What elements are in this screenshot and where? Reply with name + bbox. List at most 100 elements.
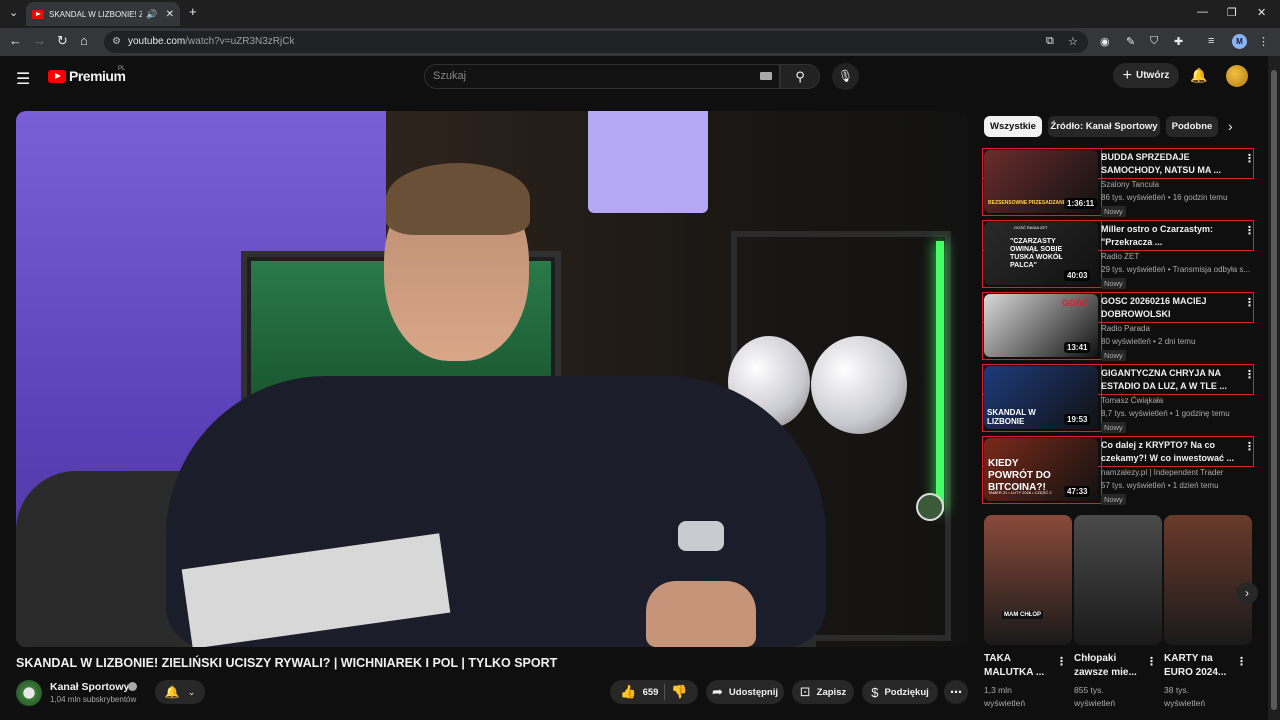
- video-title: SKANDAL W LIZBONIE! ZIELIŃSKI UCISZY RYW…: [16, 656, 558, 670]
- browser-tab[interactable]: SKANDAL W LIZBONIE! ZIE 🔊 ✕: [26, 2, 180, 26]
- recommended-title[interactable]: Miller ostro o Czarzastym: "Przekracza .…: [1101, 223, 1235, 249]
- bookmark-star-icon[interactable]: ☆: [1068, 35, 1078, 48]
- recommended-item[interactable]: GOŚĆ RADIA ZET "CZARZASTY OWINĄŁ SOBIE TU…: [982, 220, 1255, 289]
- scrollbar-thumb[interactable]: [1271, 70, 1277, 710]
- like-count: 659: [642, 686, 659, 698]
- recommended-title[interactable]: Co dalej z KRYPTO? Na co czekamy?! W co …: [1101, 439, 1235, 465]
- media-controls-icon[interactable]: ≡: [1208, 35, 1214, 47]
- page-scrollbar[interactable]: [1268, 56, 1280, 720]
- like-icon[interactable]: 👍: [620, 684, 636, 700]
- menu-icon[interactable]: ☰: [16, 69, 30, 89]
- short-title[interactable]: TAKA MALUTKA ...: [984, 652, 1054, 680]
- kebab-menu-icon[interactable]: ⋮: [1146, 655, 1157, 668]
- speaker-icon[interactable]: 🔊: [146, 9, 157, 20]
- recommended-title[interactable]: GIGANTYCZNA CHRYJA NA ESTADIO DA LUZ, A …: [1101, 367, 1235, 393]
- chip-source-channel[interactable]: Źródło: Kanał Sportowy: [1048, 116, 1160, 137]
- recommended-meta: 80 wyświetleń • 2 dni temu: [1101, 337, 1196, 346]
- site-info-icon[interactable]: ⚙: [112, 36, 121, 47]
- keyboard-icon[interactable]: [760, 72, 772, 80]
- subscription-bell-button[interactable]: 🔔 ⌄: [155, 680, 205, 704]
- kebab-menu-icon[interactable]: ⋮: [1244, 296, 1255, 309]
- channel-name[interactable]: Kanał Sportowy: [50, 681, 129, 693]
- like-dislike-group[interactable]: 👍 659 👎: [610, 680, 698, 704]
- kebab-menu-icon[interactable]: ⋮: [1244, 152, 1255, 165]
- thanks-button[interactable]: $ Podziękuj: [862, 680, 938, 704]
- presenter-hair: [386, 163, 530, 235]
- kebab-menu-icon[interactable]: ⋮: [1244, 224, 1255, 237]
- youtube-premium-logo[interactable]: Premium: [48, 68, 126, 84]
- puzzle-extensions-icon[interactable]: ✚: [1174, 35, 1183, 48]
- channel-watermark[interactable]: [916, 493, 944, 521]
- video-scene-watch: [678, 521, 724, 551]
- short-views: 1,3 mln: [984, 685, 1012, 695]
- thumbnail-text: TAMER 21 • LUTY 2026 • CZĘŚĆ 2: [988, 490, 1052, 495]
- vpn-shield-icon[interactable]: ⛉: [1150, 35, 1158, 48]
- browser-profile-avatar[interactable]: M: [1232, 34, 1247, 49]
- close-window-icon[interactable]: ✕: [1257, 6, 1266, 19]
- like-divider: [664, 684, 666, 700]
- kebab-menu-icon[interactable]: ⋮: [1244, 440, 1255, 453]
- short-thumbnail[interactable]: [1164, 515, 1252, 645]
- close-tab-icon[interactable]: ✕: [166, 9, 174, 20]
- save-label: Zapisz: [816, 686, 847, 698]
- recommended-channel[interactable]: Szalony Tancula: [1101, 180, 1159, 189]
- channel-avatar[interactable]: [16, 680, 42, 706]
- address-bar[interactable]: ⚙ youtube.com/watch?v=uZR3N3zRjCk ⧉ ☆: [104, 31, 1088, 53]
- short-thumbnail[interactable]: [1074, 515, 1162, 645]
- recommended-item[interactable]: BEZSENSOWNE PRZESADZANIE 1:36:11 BUDDA SPR…: [982, 148, 1255, 217]
- kebab-menu-icon[interactable]: ⋮: [1236, 655, 1247, 668]
- voice-search-button[interactable]: 🎙: [832, 63, 859, 90]
- install-app-icon[interactable]: ⧉: [1046, 35, 1054, 48]
- browser-tab-strip: ⌄ SKANDAL W LIZBONIE! ZIE 🔊 ✕ + — ❐ ✕: [0, 0, 1280, 28]
- url-text[interactable]: youtube.com/watch?v=uZR3N3zRjCk: [128, 36, 294, 47]
- more-actions-button[interactable]: ⋯: [944, 680, 968, 704]
- chip-similar[interactable]: Podobne: [1166, 116, 1218, 137]
- share-button[interactable]: ➦ Udostępnij: [706, 680, 784, 704]
- kebab-menu-icon[interactable]: ⋮: [1244, 368, 1255, 381]
- short-thumbnail[interactable]: MAM CHŁOP: [984, 515, 1072, 645]
- chevron-right-icon[interactable]: ›: [1228, 118, 1233, 134]
- recommended-channel[interactable]: Tomasz Ćwiąkała: [1101, 396, 1163, 405]
- short-title[interactable]: KARTY na EURO 2024...: [1164, 652, 1234, 680]
- reload-icon[interactable]: ↻: [57, 33, 68, 49]
- short-views-label: wyświetleń: [1074, 698, 1116, 708]
- search-button[interactable]: ⚲: [780, 64, 820, 89]
- recommended-item[interactable]: GOŚĆ 13:41 GOSC 20260216 MACIEJ DOBROWOLSK…: [982, 292, 1255, 361]
- new-tab-button[interactable]: +: [189, 4, 197, 19]
- minimize-icon[interactable]: —: [1197, 6, 1208, 18]
- back-icon[interactable]: ←: [9, 33, 22, 48]
- recommended-title[interactable]: BUDDA SPRZEDAJE SAMOCHODY, NATSU MA ...: [1101, 151, 1235, 177]
- verified-icon: [128, 682, 137, 691]
- eyedropper-icon[interactable]: ✎: [1126, 35, 1135, 48]
- recommended-title[interactable]: GOSC 20260216 MACIEJ DOBROWOLSKI: [1101, 295, 1235, 321]
- notifications-bell-icon[interactable]: 🔔: [1190, 67, 1207, 84]
- extension-icon[interactable]: ◉: [1100, 35, 1110, 48]
- recommended-item[interactable]: KIEDY POWRÓT DO BITCOINA?! TAMER 21 • LUT…: [982, 436, 1255, 505]
- recommended-channel[interactable]: Radio ZET: [1101, 252, 1139, 261]
- recommended-meta: 86 tys. wyświetleń • 16 godzin temu: [1101, 193, 1228, 202]
- recommended-meta: 29 tys. wyświetleń • Transmisja odbyła s…: [1101, 265, 1251, 274]
- short-title[interactable]: Chłopaki zawsze mie...: [1074, 652, 1144, 680]
- home-icon[interactable]: ⌂: [80, 33, 88, 48]
- recommended-item[interactable]: SKANDAL W LIZBONIE 19:53 GIGANTYCZNA CHRYJ…: [982, 364, 1255, 433]
- maximize-icon[interactable]: ❐: [1227, 6, 1237, 19]
- search-input[interactable]: [424, 64, 780, 89]
- short-views-label: wyświetleń: [984, 698, 1026, 708]
- recommended-channel[interactable]: Radio Parada: [1101, 324, 1150, 333]
- chip-all[interactable]: Wszystkie: [984, 116, 1042, 137]
- create-button[interactable]: + Utwórz: [1113, 63, 1179, 88]
- kebab-menu-icon[interactable]: ⋮: [1056, 655, 1067, 668]
- save-button[interactable]: ⊡ Zapisz: [792, 680, 854, 704]
- share-icon: ➦: [712, 684, 723, 699]
- account-avatar[interactable]: [1226, 65, 1248, 87]
- save-icon: ⊡: [799, 684, 811, 699]
- tab-search-icon[interactable]: ⌄: [9, 6, 18, 19]
- browser-menu-icon[interactable]: ⋮: [1258, 35, 1269, 48]
- video-player[interactable]: [16, 111, 968, 647]
- recommended-meta: 8,7 tys. wyświetleń • 1 godzinę temu: [1101, 409, 1230, 418]
- recommended-channel[interactable]: namzalezy.pl | Independent Trader: [1101, 468, 1223, 477]
- forward-icon[interactable]: →: [33, 33, 46, 48]
- duration-badge: 13:41: [1064, 342, 1091, 353]
- shorts-next-button[interactable]: ›: [1236, 582, 1258, 604]
- dislike-icon[interactable]: 👎: [671, 684, 687, 700]
